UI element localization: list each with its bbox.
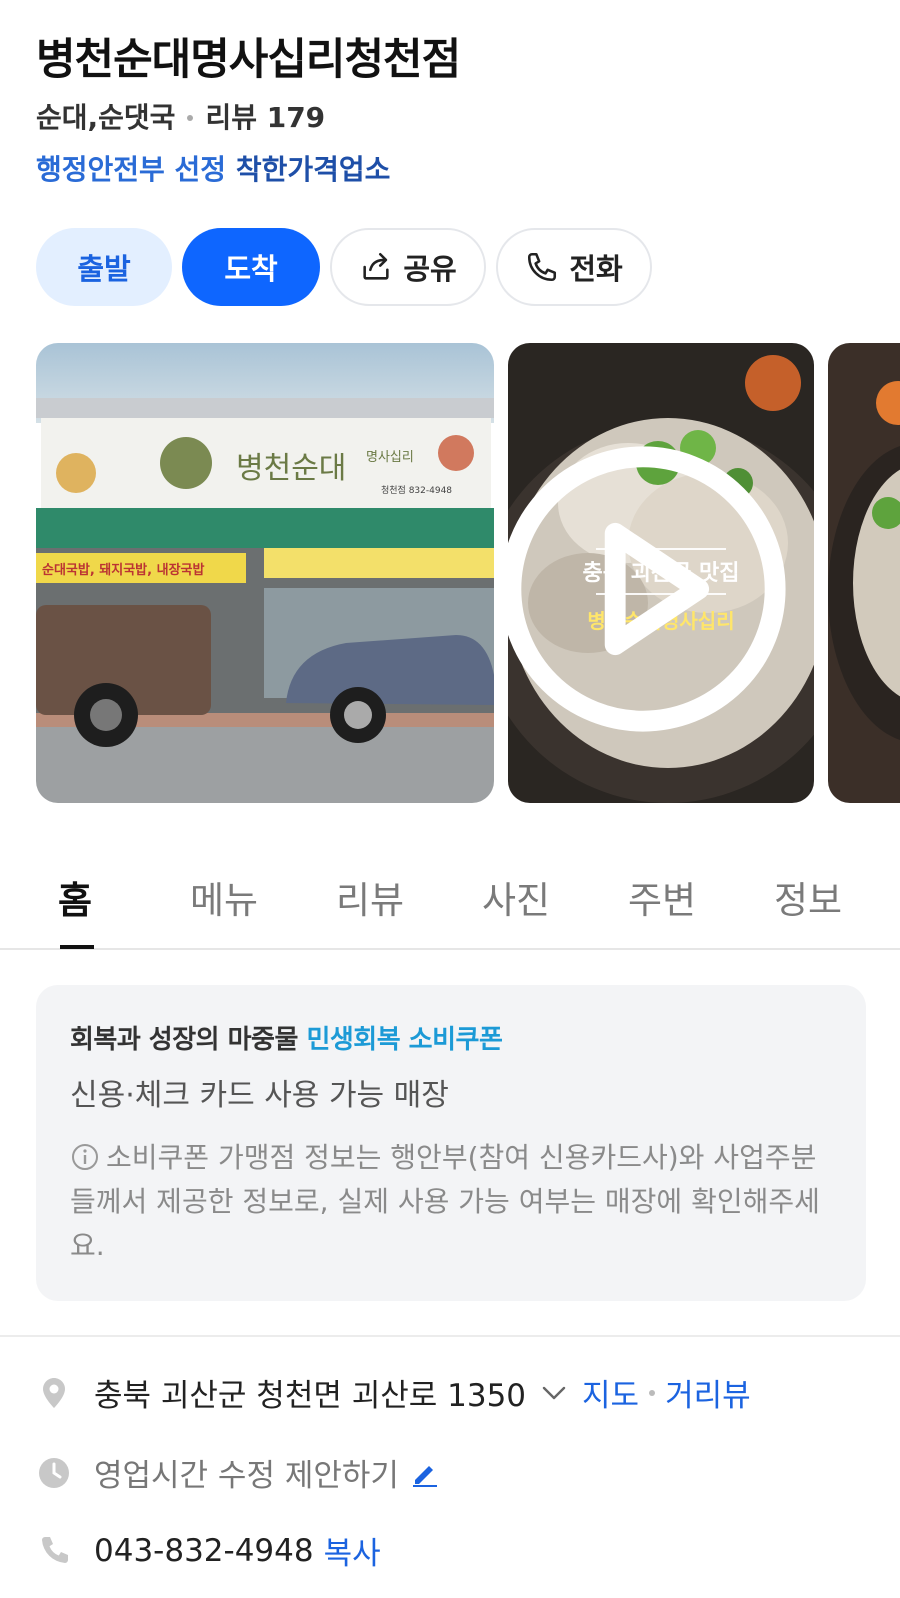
- phone-number[interactable]: 043-832-4948: [94, 1533, 314, 1569]
- phone-icon: [42, 1536, 68, 1563]
- chevron-down-icon[interactable]: [540, 1379, 568, 1407]
- active-tab-indicator: [60, 945, 94, 949]
- sign-name: 병천순대: [236, 451, 346, 486]
- banner-left: 순대국밥, 돼지국밥, 내장국밥: [42, 562, 204, 578]
- badge-org: 행정안전부 선정: [36, 153, 227, 186]
- place-header: 병천순대명사십리청천점 순대,순댓국 리뷰 179 행정안전부 선정 착한가격업…: [36, 30, 866, 190]
- coupon-title-prefix: 회복과 성장의 마중물: [70, 1025, 298, 1055]
- place-title: 병천순대명사십리청천점: [36, 35, 461, 85]
- soup-video-thumbnail[interactable]: 충북 괴산군 맛집 병천순대명사십리: [508, 343, 814, 803]
- share-icon: [363, 252, 389, 280]
- pencil-edit-icon[interactable]: [409, 1458, 439, 1488]
- storefront-illustration: 병천순대 명사십리 청천점 832-4948 순대국밥, 돼지국밥, 내장국밥: [36, 343, 494, 803]
- coupon-title-highlight: 민생회복 소비쿠폰: [306, 1025, 503, 1055]
- share-button-label: 공유: [403, 252, 457, 286]
- tab-menu[interactable]: 메뉴: [190, 870, 258, 924]
- clock-icon: [39, 1457, 69, 1488]
- good-price-badge: 행정안전부 선정 착한가격업소: [36, 150, 866, 190]
- badge-title: 착한가격업소: [235, 153, 391, 186]
- call-button-label: 전화: [569, 252, 623, 286]
- phone-row: 043-832-4948 복사: [36, 1528, 381, 1573]
- street-view-link[interactable]: 거리뷰: [665, 1370, 751, 1415]
- coupon-note-text: 소비쿠폰 가맹점 정보는 행안부(참여 신용카드사)와 사업주분들께서 제공한 …: [70, 1141, 820, 1262]
- place-meta: 순대,순댓국 리뷰 179: [36, 98, 866, 138]
- start-button-label: 출발: [77, 252, 131, 286]
- coupon-note: 소비쿠폰 가맹점 정보는 행안부(참여 신용카드사)와 사업주분들께서 제공한 …: [70, 1136, 832, 1268]
- food-illustration: [828, 343, 900, 803]
- link-separator: [649, 1389, 656, 1396]
- sign-branch: 청천점 832-4948: [381, 484, 452, 496]
- start-button[interactable]: 출발: [36, 228, 172, 306]
- tab-photo[interactable]: 사진: [482, 870, 550, 924]
- arrive-button-label: 도착: [224, 252, 278, 286]
- tab-info[interactable]: 정보: [774, 870, 842, 924]
- photo-gallery[interactable]: 병천순대 명사십리 청천점 832-4948 순대국밥, 돼지국밥, 내장국밥: [36, 343, 900, 803]
- copy-phone-link[interactable]: 복사: [324, 1528, 381, 1573]
- address-text: 충북 괴산군 청천면 괴산로 1350: [94, 1378, 527, 1414]
- call-button[interactable]: 전화: [496, 228, 652, 306]
- review-count-link[interactable]: 리뷰 179: [205, 98, 325, 138]
- hours-suggest-link[interactable]: 영업시간 수정 제안하기: [94, 1450, 399, 1495]
- address-row: 충북 괴산군 청천면 괴산로 1350 지도 거리뷰: [36, 1370, 751, 1415]
- arrive-button[interactable]: 도착: [182, 228, 320, 306]
- separator-dot: [187, 115, 194, 121]
- video-play-icon[interactable]: [508, 359, 796, 803]
- storefront-photo[interactable]: 병천순대 명사십리 청천점 832-4948 순대국밥, 돼지국밥, 내장국밥: [36, 343, 494, 803]
- section-divider: [0, 1335, 900, 1337]
- tab-review[interactable]: 리뷰: [336, 870, 404, 924]
- sign-sub: 명사십리: [366, 450, 414, 465]
- map-link[interactable]: 지도: [582, 1370, 639, 1415]
- action-buttons: 출발 도착 공유 전화: [36, 228, 652, 306]
- tab-nearby[interactable]: 주변: [628, 870, 696, 924]
- location-pin-icon: [43, 1377, 65, 1408]
- coupon-title: 회복과 성장의 마중물 민생회복 소비쿠폰: [70, 1019, 832, 1056]
- food-photo-partial[interactable]: [828, 343, 900, 803]
- coupon-subtitle: 신용·체크 카드 사용 가능 매장: [70, 1078, 449, 1113]
- hours-row: 영업시간 수정 제안하기: [36, 1450, 439, 1495]
- consumer-coupon-card: 회복과 성장의 마중물 민생회복 소비쿠폰 신용·체크 카드 사용 가능 매장 …: [36, 985, 866, 1301]
- category-label: 순대,순댓국: [36, 101, 176, 134]
- tab-home[interactable]: 홈: [58, 870, 92, 924]
- phone-icon: [528, 252, 557, 282]
- tab-bar: 홈 메뉴 리뷰 사진 주변 정보: [0, 860, 900, 950]
- info-icon: [72, 1144, 98, 1170]
- share-button[interactable]: 공유: [330, 228, 486, 306]
